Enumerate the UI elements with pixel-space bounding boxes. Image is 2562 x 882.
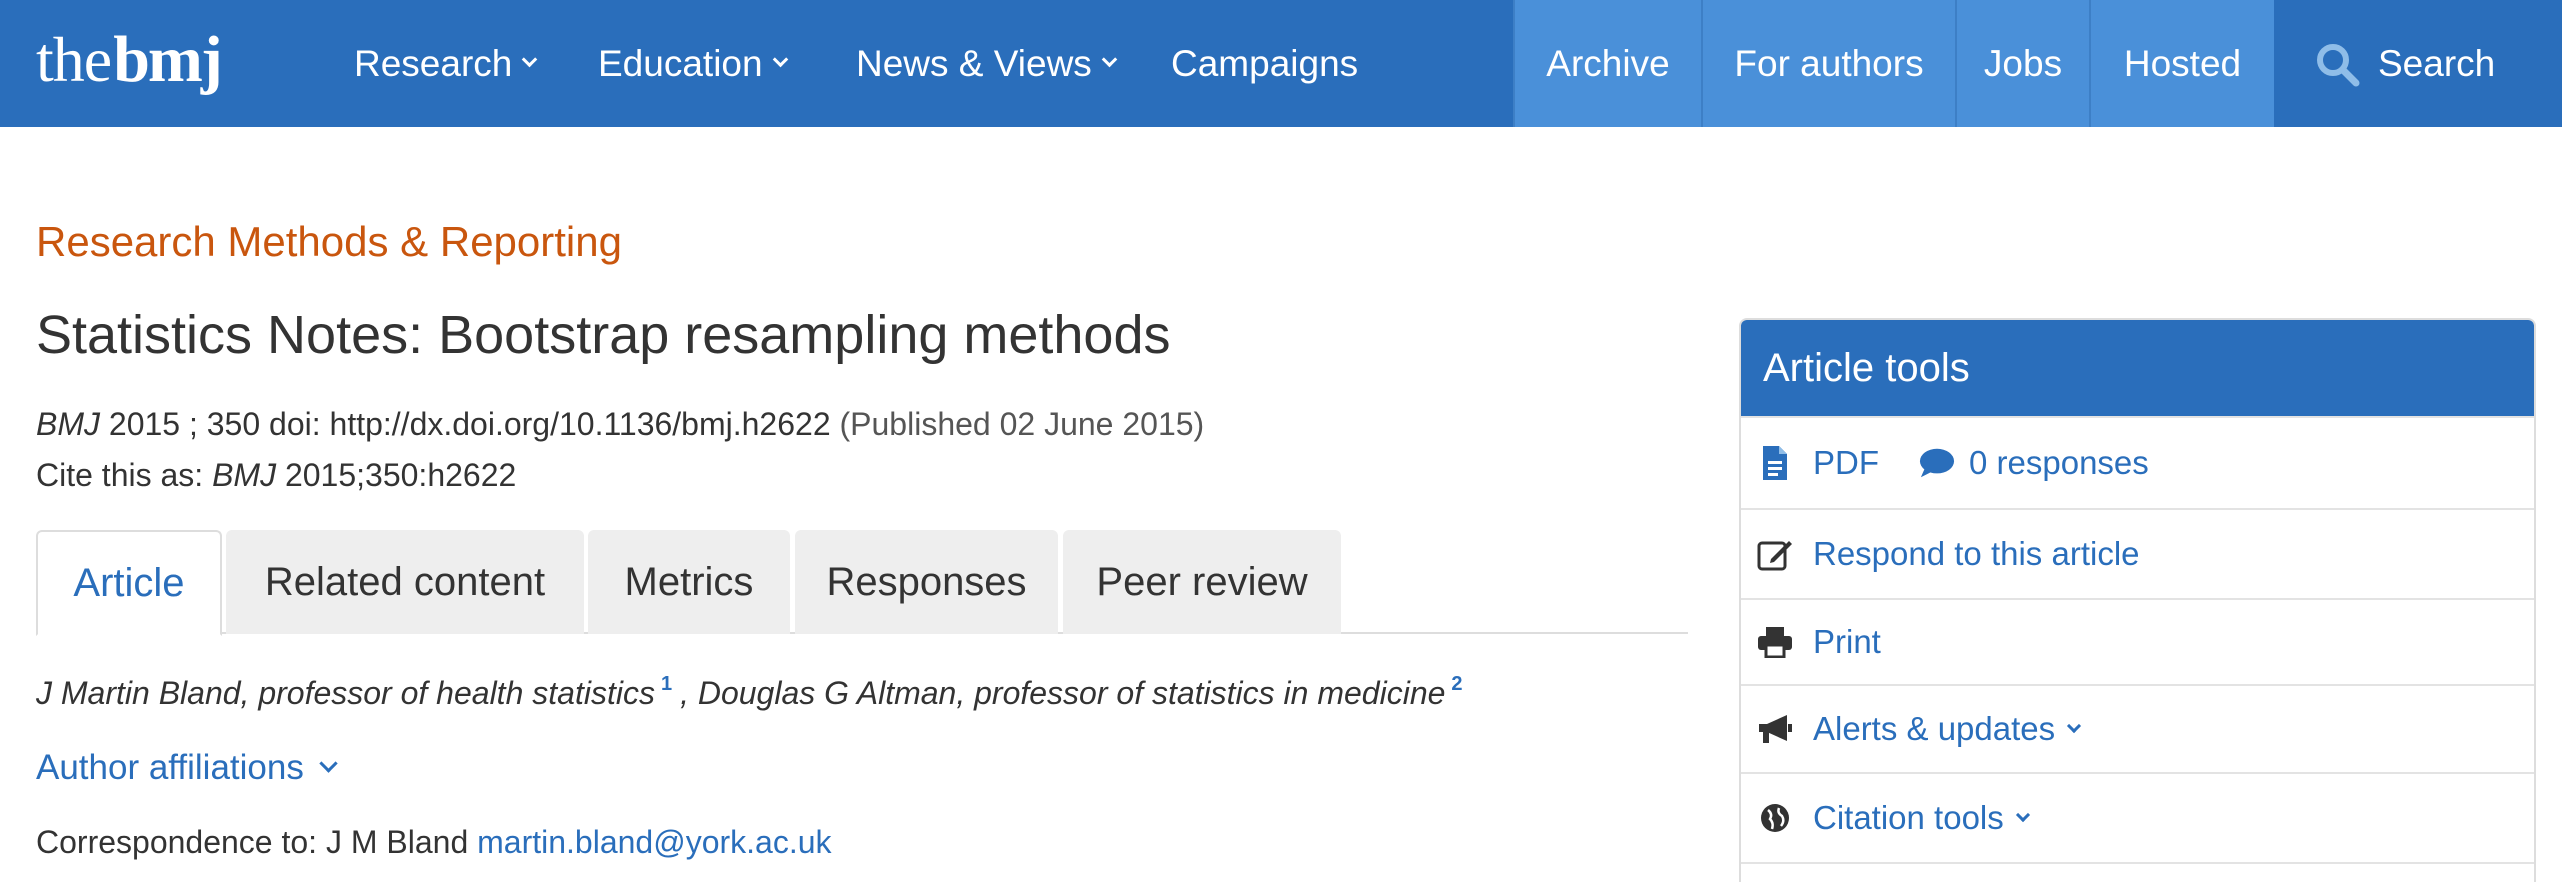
nav-hosted[interactable]: Hosted xyxy=(2089,0,2274,127)
print-link[interactable]: Print xyxy=(1813,623,1881,661)
article-tools-heading: Article tools xyxy=(1741,320,2534,416)
cite-ref: 2015;350:h2622 xyxy=(276,457,517,493)
pdf-link[interactable]: PDF xyxy=(1813,444,1879,482)
tool-row-next xyxy=(1741,862,2534,882)
logo-text-the: the xyxy=(36,24,112,95)
tool-row-citation[interactable]: Citation tools xyxy=(1741,772,2534,862)
published-date: (Published 02 June 2015) xyxy=(830,406,1205,442)
responses-count-link[interactable]: 0 responses xyxy=(1969,444,2149,482)
author-affiliations-toggle[interactable]: Author affiliations xyxy=(36,748,338,788)
chevron-down-icon xyxy=(2015,807,2030,823)
tool-row-print[interactable]: Print xyxy=(1741,598,2534,684)
citation-tools-link[interactable]: Citation tools xyxy=(1813,799,2004,837)
nav-news-views-label: News & Views xyxy=(856,42,1092,84)
megaphone-icon xyxy=(1757,711,1793,747)
chevron-down-icon xyxy=(319,753,338,773)
search-icon xyxy=(2317,43,2360,86)
nav-news-views[interactable]: News & Views xyxy=(856,0,1118,127)
citation-meta: BMJ 2015 ; 350 doi: http://dx.doi.org/10… xyxy=(36,406,1204,443)
cite-prefix: Cite this as: xyxy=(36,457,213,493)
tab-article[interactable]: Article xyxy=(36,530,222,636)
tool-row-alerts[interactable]: Alerts & updates xyxy=(1741,684,2534,772)
respond-link[interactable]: Respond to this article xyxy=(1813,535,2140,573)
edit-icon xyxy=(1757,536,1793,572)
pdf-icon xyxy=(1757,445,1793,481)
tab-related-content[interactable]: Related content xyxy=(226,530,584,634)
nav-for-authors[interactable]: For authors xyxy=(1701,0,1955,127)
nav-education-label: Education xyxy=(598,42,763,84)
chevron-down-icon xyxy=(2067,718,2082,734)
nav-campaigns-label: Campaigns xyxy=(1171,42,1359,84)
nav-for-authors-label: For authors xyxy=(1734,42,1924,84)
alerts-updates-link[interactable]: Alerts & updates xyxy=(1813,710,2055,748)
affiliation-ref-1[interactable]: 1 xyxy=(661,673,672,695)
tool-row-pdf-responses: PDF 0 responses xyxy=(1741,416,2534,508)
correspondence-prefix: Correspondence to: J M Bland xyxy=(36,824,478,860)
logo-text-bmj: bmj xyxy=(113,23,223,96)
nav-hosted-label: Hosted xyxy=(2123,42,2242,84)
journal-name: BMJ xyxy=(36,406,100,442)
nav-research-label: Research xyxy=(354,42,513,84)
nav-jobs[interactable]: Jobs xyxy=(1955,0,2089,127)
nav-research[interactable]: Research xyxy=(354,0,538,127)
author-affiliations-label: Author affiliations xyxy=(36,748,304,787)
nav-archive[interactable]: Archive xyxy=(1513,0,1701,127)
article-tools-panel: Article tools PDF 0 responses Respond to… xyxy=(1739,318,2536,882)
chevron-down-icon xyxy=(772,51,788,68)
tab-metrics[interactable]: Metrics xyxy=(588,530,790,634)
doi-text: doi: http://dx.doi.org/10.1136/bmj.h2622 xyxy=(269,406,831,442)
year-volume: 2015 ; 350 xyxy=(100,406,270,442)
bmj-logo[interactable]: the bmj xyxy=(36,22,223,102)
author-altman: , Douglas G Altman, professor of statist… xyxy=(680,675,1446,711)
correspondence-email-link[interactable]: martin.bland@york.ac.uk xyxy=(477,824,831,860)
search-label: Search xyxy=(2378,42,2496,84)
nav-archive-label: Archive xyxy=(1546,42,1670,84)
author-list: J Martin Bland, professor of health stat… xyxy=(36,673,1471,712)
comment-icon xyxy=(1919,445,1955,481)
tab-responses[interactable]: Responses xyxy=(795,530,1058,634)
print-icon xyxy=(1757,624,1793,660)
nav-education[interactable]: Education xyxy=(598,0,788,127)
top-navigation-bar: the bmj Research Education News & Views C… xyxy=(0,0,2562,127)
cite-journal: BMJ xyxy=(212,457,277,493)
affiliation-ref-2[interactable]: 2 xyxy=(1451,673,1462,695)
search-button[interactable]: Search xyxy=(2274,0,2562,127)
tab-peer-review[interactable]: Peer review xyxy=(1063,530,1341,634)
globe-icon xyxy=(1757,800,1793,836)
cite-as: Cite this as: BMJ 2015;350:h2622 xyxy=(36,457,516,494)
correspondence: Correspondence to: J M Bland martin.blan… xyxy=(36,824,832,861)
tool-row-respond[interactable]: Respond to this article xyxy=(1741,508,2534,598)
author-bland: J Martin Bland, professor of health stat… xyxy=(36,675,655,711)
nav-jobs-label: Jobs xyxy=(1983,42,2063,84)
page-title: Statistics Notes: Bootstrap resampling m… xyxy=(36,305,1171,365)
section-label[interactable]: Research Methods & Reporting xyxy=(36,218,622,266)
chevron-down-icon xyxy=(522,51,538,68)
nav-campaigns[interactable]: Campaigns xyxy=(1171,0,1358,127)
chevron-down-icon xyxy=(1101,51,1118,68)
